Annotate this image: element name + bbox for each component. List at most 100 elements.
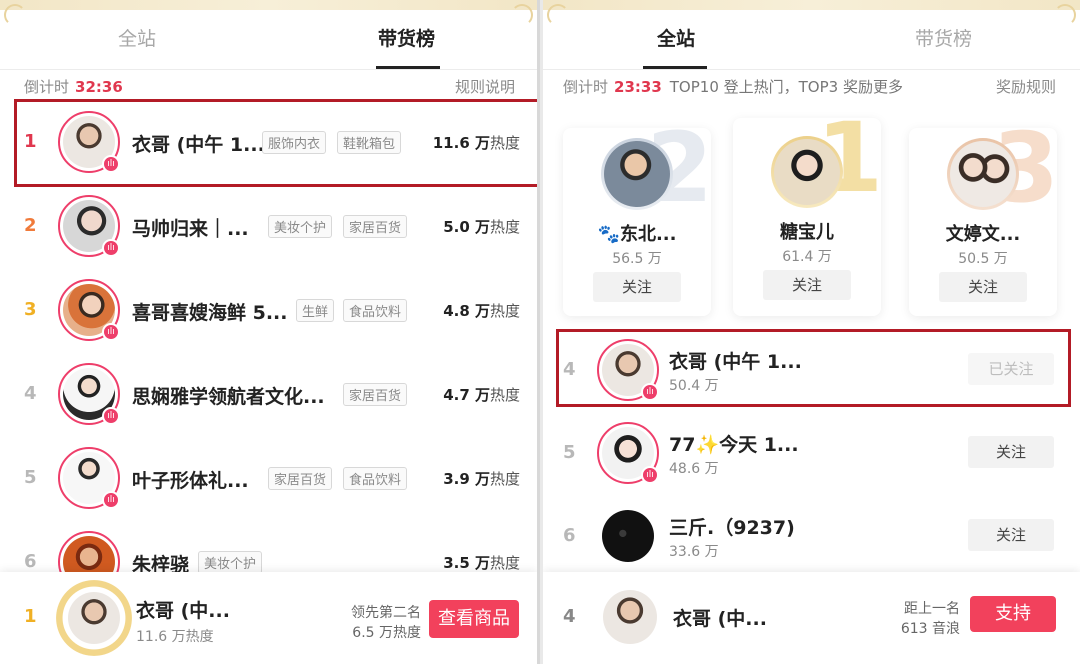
live-icon: ılı — [641, 466, 659, 484]
heat-value: 4.7 万热度 — [443, 386, 520, 404]
countdown: 倒计时 32:36 — [24, 76, 131, 97]
tab-underline — [376, 66, 440, 69]
countdown-label: 倒计时 — [24, 78, 70, 96]
streamer-name: 马帅归来｜... — [132, 218, 249, 240]
top-decoration — [0, 0, 537, 26]
my-rank-bar: 1 衣哥 (中... 11.6 万热度 领先第二名 6.5 万热度 查看商品 — [0, 572, 537, 664]
podium-card-3[interactable]: 3 文婷文... 50.5 万 关注 — [909, 128, 1057, 316]
podium-name: 🐾东北... — [597, 224, 677, 245]
tab-all-site[interactable]: 全站 — [657, 24, 695, 51]
category-tag: 食品饮料 — [343, 299, 408, 322]
streamer-name: 叶子形体礼... — [132, 470, 249, 492]
countdown-time: 32:36 — [75, 78, 123, 96]
avatar[interactable]: ılı — [58, 279, 120, 341]
view-products-button[interactable]: 查看商品 — [429, 600, 519, 638]
my-name: 衣哥 (中... — [136, 600, 230, 622]
avatar[interactable] — [603, 590, 657, 644]
podium-card-2[interactable]: 2 🐾东北... 56.5 万 关注 — [563, 128, 711, 316]
tab-all-site[interactable]: 全站 — [118, 24, 156, 51]
lead-label: 领先第二名 — [351, 605, 421, 621]
rank-number: 5 — [563, 442, 576, 463]
highlight-box — [556, 329, 1071, 407]
avatar[interactable] — [771, 136, 843, 208]
podium-score: 50.5 万 — [958, 251, 1008, 267]
ranking-row[interactable]: 6 三斤.（9237) 33.6 万 关注 — [543, 495, 1080, 579]
avatar[interactable]: ılı — [597, 422, 659, 484]
category-tag: 家居百货 — [343, 215, 408, 238]
top-decoration — [543, 0, 1080, 26]
left-screen: 全站 带货榜 倒计时 32:36 规则说明 1 ılı 衣哥 (中午 1... 服… — [0, 0, 540, 664]
rank-number: 6 — [563, 525, 576, 546]
ranking-row[interactable]: 3 ılı 喜哥喜嫂海鲜 5... 生鲜 食品饮料 4.8 万热度 — [0, 269, 537, 353]
streamer-score: 33.6 万 — [669, 544, 719, 560]
my-rank-number: 1 — [24, 606, 37, 627]
avatar[interactable] — [601, 138, 673, 210]
rank-number: 5 — [24, 467, 37, 488]
countdown-label: 倒计时 — [563, 78, 609, 96]
live-icon: ılı — [102, 323, 120, 341]
heat-value: 4.8 万热度 — [443, 302, 520, 320]
ranking-row[interactable]: 2 ılı 马帅归来｜... 美妆个护 家居百货 5.0 万热度 — [0, 185, 537, 269]
follow-button[interactable]: 关注 — [939, 272, 1027, 302]
category-tag: 美妆个护 — [268, 215, 333, 238]
tab-underline — [643, 66, 707, 69]
ranking-row[interactable]: 5 ılı 叶子形体礼... 家居百货 食品饮料 3.9 万热度 — [0, 437, 537, 521]
streamer-score: 48.6 万 — [669, 461, 719, 477]
avatar[interactable] — [597, 505, 659, 567]
tab-sales-ranking[interactable]: 带货榜 — [378, 24, 435, 51]
reward-rules-link[interactable]: 奖励规则 — [996, 76, 1056, 97]
live-icon: ılı — [102, 239, 120, 257]
streamer-name: 77✨今天 1... — [669, 434, 799, 456]
countdown-tip: TOP10 登上热门，TOP3 奖励更多 — [669, 78, 903, 96]
tab-sales-ranking[interactable]: 带货榜 — [915, 24, 972, 51]
rank-number: 6 — [24, 551, 37, 572]
podium-name: 糖宝儿 — [780, 222, 834, 243]
follow-button[interactable]: 关注 — [968, 436, 1054, 468]
ranking-row[interactable]: 5 ılı 77✨今天 1... 48.6 万 关注 — [543, 412, 1080, 496]
countdown: 倒计时 23:33 TOP10 登上热门，TOP3 奖励更多 — [563, 76, 903, 97]
my-heat: 11.6 万热度 — [136, 629, 214, 645]
avatar[interactable]: ılı — [58, 363, 120, 425]
highlight-box — [14, 99, 537, 187]
category-tag: 家居百货 — [343, 383, 408, 406]
rank-number: 2 — [24, 215, 37, 236]
category-tag: 生鲜 — [296, 299, 335, 322]
avatar[interactable] — [68, 592, 120, 644]
left-tabs: 全站 带货榜 — [0, 10, 537, 70]
follow-button[interactable]: 关注 — [763, 270, 851, 300]
heat-value: 3.9 万热度 — [443, 470, 520, 488]
rules-link[interactable]: 规则说明 — [455, 76, 515, 97]
heat-value: 3.5 万热度 — [443, 554, 520, 572]
support-button[interactable]: 支持 — [970, 596, 1056, 632]
heat-value: 5.0 万热度 — [443, 218, 520, 236]
gap-label: 距上一名 — [904, 601, 960, 617]
podium-score: 56.5 万 — [612, 251, 662, 267]
avatar[interactable]: ılı — [58, 447, 120, 509]
avatar[interactable] — [947, 138, 1019, 210]
right-screen: 全站 带货榜 倒计时 23:33 TOP10 登上热门，TOP3 奖励更多 奖励规则… — [543, 0, 1080, 664]
live-icon: ılı — [102, 407, 120, 425]
podium-card-1[interactable]: 1 糖宝儿 61.4 万 关注 — [733, 118, 881, 316]
lead-value: 6.5 万热度 — [352, 625, 421, 641]
category-tag: 家居百货 — [268, 467, 333, 490]
rank-number: 4 — [24, 383, 37, 404]
podium-score: 61.4 万 — [782, 249, 832, 265]
right-tabs: 全站 带货榜 — [543, 10, 1080, 70]
follow-button[interactable]: 关注 — [593, 272, 681, 302]
ranking-row[interactable]: 4 ılı 思娴雅学领航者文化... 家居百货 4.7 万热度 — [0, 353, 537, 437]
gold-frame-icon — [56, 580, 132, 656]
live-icon: ılı — [102, 491, 120, 509]
rank-number: 3 — [24, 299, 37, 320]
follow-button[interactable]: 关注 — [968, 519, 1054, 551]
streamer-name: 思娴雅学领航者文化... — [132, 386, 325, 408]
streamer-name: 三斤.（9237) — [669, 517, 795, 539]
countdown-time: 23:33 — [614, 78, 662, 96]
gap-value: 613 音浪 — [900, 621, 960, 637]
my-rank-bar: 4 衣哥 (中... 距上一名 613 音浪 支持 — [543, 572, 1080, 664]
category-tag: 食品饮料 — [343, 467, 408, 490]
streamer-name: 喜哥喜嫂海鲜 5... — [132, 302, 288, 324]
my-name: 衣哥 (中... — [673, 608, 767, 630]
podium-name: 文婷文... — [945, 224, 1021, 245]
category-tag: 美妆个护 — [198, 551, 263, 574]
avatar[interactable]: ılı — [58, 195, 120, 257]
